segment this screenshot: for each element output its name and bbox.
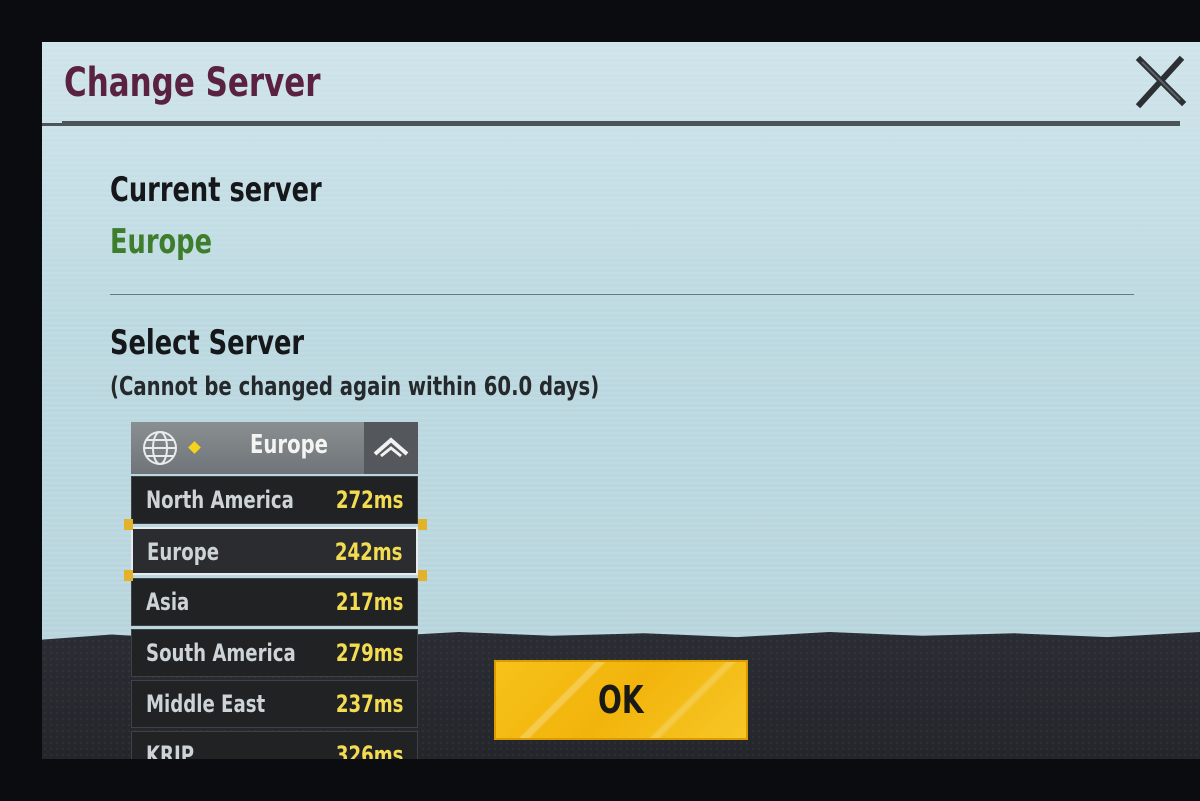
cooldown-note: (Cannot be changed again within 60.0 day… (110, 372, 600, 402)
server-option-ping: 279ms (335, 639, 403, 667)
section-divider (110, 294, 1134, 295)
selection-corner-marker (418, 519, 427, 530)
ok-button[interactable]: OK (494, 660, 748, 740)
title-divider (42, 121, 1180, 126)
server-dropdown[interactable]: Europe (131, 422, 418, 474)
server-option-ping: 217ms (335, 588, 403, 616)
globe-icon (143, 431, 177, 465)
server-option-asia[interactable]: Asia 217ms (131, 578, 418, 626)
server-option-name: Asia (146, 588, 190, 616)
server-option-north-america[interactable]: North America 272ms (131, 476, 418, 524)
server-option-ping: 242ms (334, 538, 402, 566)
server-option-name: Europe (147, 538, 220, 566)
dropdown-toggle-button[interactable] (364, 422, 418, 474)
current-server-heading: Current server (110, 170, 322, 210)
server-option-ping: 272ms (335, 486, 403, 514)
server-option-europe[interactable]: Europe 242ms (131, 527, 418, 575)
select-server-heading: Select Server (110, 323, 305, 363)
server-option-south-america[interactable]: South America 279ms (131, 629, 418, 677)
bottom-letterbox (0, 759, 1200, 801)
dialog-title: Change Server (64, 60, 321, 106)
server-option-name: Middle East (146, 690, 266, 718)
current-server-value: Europe (110, 222, 213, 262)
selection-marker-icon (188, 441, 201, 454)
close-icon[interactable] (1132, 54, 1188, 110)
server-option-name: South America (146, 639, 296, 667)
ok-button-label: OK (598, 678, 644, 722)
chevron-up-icon (373, 437, 409, 458)
server-option-middle-east[interactable]: Middle East 237ms (131, 680, 418, 728)
server-option-ping: 237ms (335, 690, 403, 718)
server-option-name: North America (146, 486, 294, 514)
selection-corner-marker (124, 519, 133, 530)
selection-corner-marker (124, 570, 133, 581)
selection-corner-marker (418, 570, 427, 581)
dropdown-selected-value: Europe (249, 430, 329, 460)
